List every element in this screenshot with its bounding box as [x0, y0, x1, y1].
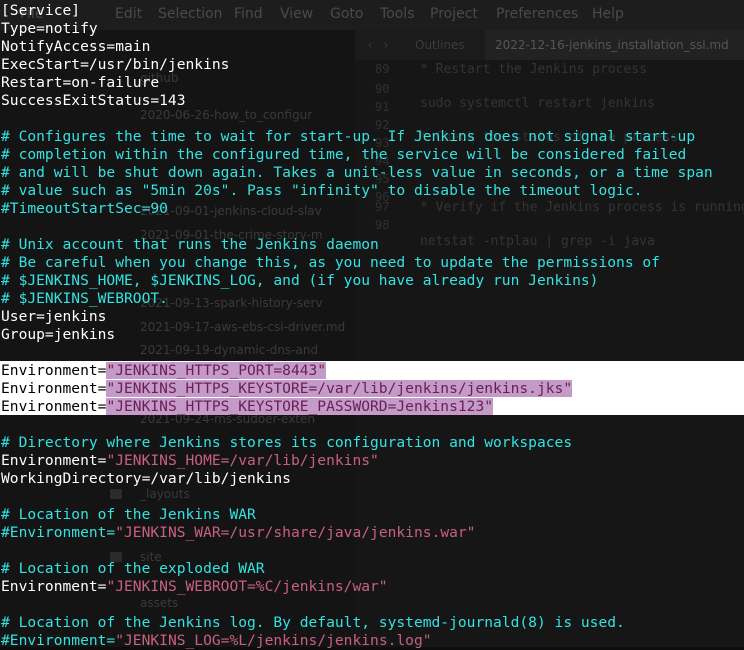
env-key: Environment= [1, 452, 107, 469]
terminal-output[interactable]: [Service] Type=notify NotifyAccess=main Exe… [0, 0, 744, 650]
comment-line: # $JENKINS_WEBROOT. [1, 290, 168, 307]
comment-line: #TimeoutStartSec=90 [1, 200, 168, 217]
comment-line: # Unix account that runs the Jenkins dae… [1, 236, 379, 253]
env-value: "JENKINS_WEBROOT=%C/jenkins/war" [106, 578, 388, 595]
env-line: Environment="JENKINS_WEBROOT=%C/jenkins/… [1, 578, 388, 596]
config-line: Type=notify [1, 20, 98, 37]
env-key: #Environment= [1, 524, 116, 541]
env-value: "JENKINS_HTTPS_KEYSTORE=/var/lib/jenkins… [106, 380, 573, 397]
comment-line: # Directory where Jenkins stores its con… [1, 434, 573, 451]
env-value: "JENKINS_HTTPS_PORT=8443" [106, 362, 327, 379]
env-key: Environment= [1, 362, 107, 379]
comment-line: # Location of the Jenkins log. By defaul… [1, 614, 625, 631]
env-key: Environment= [1, 398, 107, 415]
env-line: #Environment="JENKINS_LOG=%L/jenkins/jen… [1, 632, 432, 650]
comment-line: # Configures the time to wait for start-… [1, 128, 696, 145]
config-line: User=jenkins [1, 308, 107, 325]
config-line: [Service] [1, 2, 81, 19]
env-value: "JENKINS_HOME=/var/lib/jenkins" [106, 452, 379, 469]
comment-line: # Location of the exploded WAR [1, 560, 265, 577]
env-line: #Environment="JENKINS_WAR=/usr/share/jav… [1, 524, 475, 542]
env-key: #Environment= [1, 632, 116, 649]
config-line: ExecStart=/usr/bin/jenkins [1, 56, 230, 73]
comment-line: # $JENKINS_HOME, $JENKINS_LOG, and (if y… [1, 272, 599, 289]
comment-line: # value such as "5min 20s". Pass "infini… [1, 182, 643, 199]
env-key: Environment= [1, 380, 107, 397]
highlighted-env-line: Environment="JENKINS_HTTPS_KEYSTORE_PASS… [1, 398, 494, 416]
comment-line: # Be careful when you change this, as yo… [1, 254, 660, 271]
comment-line: # completion within the configured time,… [1, 146, 687, 163]
env-value: "JENKINS_HTTPS_KEYSTORE_PASSWORD=Jenkins… [106, 398, 494, 415]
highlighted-env-line: Environment="JENKINS_HTTPS_KEYSTORE=/var… [1, 380, 573, 398]
env-value: "JENKINS_WAR=/usr/share/java/jenkins.war… [115, 524, 476, 541]
config-line: Group=jenkins [1, 326, 116, 343]
config-line: SuccessExitStatus=143 [1, 92, 186, 109]
comment-line: # and will be shut down again. Takes a u… [1, 164, 713, 181]
highlighted-env-line: Environment="JENKINS_HTTPS_PORT=8443" [1, 362, 327, 380]
config-line: NotifyAccess=main [1, 38, 151, 55]
env-key: Environment= [1, 578, 107, 595]
config-line: Restart=on-failure [1, 74, 160, 91]
config-line: WorkingDirectory=/var/lib/jenkins [1, 470, 291, 487]
env-line: Environment="JENKINS_HOME=/var/lib/jenki… [1, 452, 379, 470]
env-value: "JENKINS_LOG=%L/jenkins/jenkins.log" [115, 632, 432, 649]
comment-line: # Location of the Jenkins WAR [1, 506, 256, 523]
